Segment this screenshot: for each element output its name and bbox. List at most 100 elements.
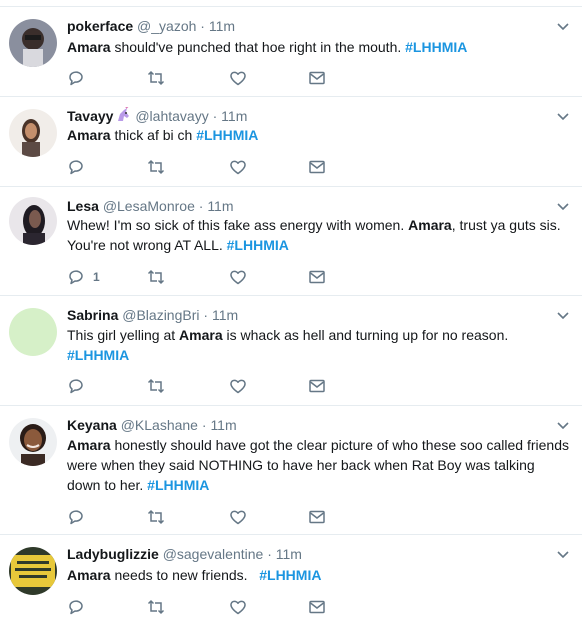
tweet-text: This girl yelling at Amara is whack as h… [67, 325, 572, 365]
tweet-5[interactable]: Keyana @KLashane · 11m Amara honestly sh… [0, 406, 582, 535]
unicorn-emoji-icon [118, 107, 130, 121]
tweet-text: Amara needs to new friends. #LHHMIA [67, 565, 572, 585]
retweet-button[interactable] [147, 68, 165, 88]
hashtag-link[interactable]: #LHHMIA [147, 477, 209, 493]
direct-message-button[interactable] [308, 68, 326, 88]
separator-dot: · [212, 108, 218, 124]
hashtag-link[interactable]: #LHHMIA [405, 39, 467, 55]
user-handle[interactable]: @KLashane [121, 417, 198, 433]
tweet-3[interactable]: Lesa @LesaMonroe · 11m Whew! I'm so sick… [0, 187, 582, 296]
tweet-text-part: Whew! I'm so sick of this fake ass energ… [67, 217, 409, 233]
heart-icon [230, 600, 246, 615]
display-name[interactable]: Tavayy [67, 108, 113, 124]
separator-dot: · [203, 307, 209, 323]
retweet-icon [147, 599, 165, 615]
retweet-button[interactable] [147, 507, 165, 527]
tweet-text-part: honestly should have got the clear pictu… [67, 437, 569, 493]
user-handle[interactable]: @_yazoh [137, 18, 196, 34]
hashtag-link[interactable]: #LHHMIA [196, 127, 258, 143]
chevron-down-icon[interactable] [557, 312, 569, 320]
like-button[interactable] [229, 597, 247, 617]
mention-amara: Amara [408, 217, 452, 233]
retweet-button[interactable] [147, 267, 165, 287]
retweet-icon [147, 378, 165, 394]
like-button[interactable] [229, 157, 247, 177]
direct-message-button[interactable] [308, 376, 326, 396]
heart-icon [230, 160, 246, 175]
avatar[interactable] [9, 19, 57, 67]
retweet-button[interactable] [147, 597, 165, 617]
avatar[interactable] [9, 418, 57, 466]
avatar[interactable] [9, 308, 57, 356]
user-handle[interactable]: @lahtavayy [135, 108, 208, 124]
reply-button[interactable] [67, 68, 93, 88]
tweet-actions [67, 376, 347, 396]
reply-icon [69, 600, 83, 615]
mention-amara: Amara [67, 39, 111, 55]
chevron-down-icon[interactable] [557, 203, 569, 211]
tweet-2[interactable]: Tavayy @lahtavayy · 11m Amara thick af b… [0, 97, 582, 187]
tweet-text: Amara should've punched that hoe right i… [67, 37, 572, 57]
display-name[interactable]: Lesa [67, 198, 99, 214]
tweet-actions [67, 68, 347, 88]
reply-button[interactable] [67, 597, 93, 617]
tweet-header: Sabrina @BlazingBri · 11m [67, 306, 238, 324]
reply-button[interactable] [67, 157, 93, 177]
display-name[interactable]: Keyana [67, 417, 117, 433]
hashtag-link[interactable]: #LHHMIA [227, 237, 289, 253]
retweet-icon [147, 159, 165, 175]
direct-message-button[interactable] [308, 267, 326, 287]
avatar[interactable] [9, 547, 57, 595]
display-name[interactable]: Ladybuglizzie [67, 546, 159, 562]
tweet-text-part: This girl yelling at [67, 327, 180, 343]
tweet-4[interactable]: Sabrina @BlazingBri · 11m This girl yell… [0, 296, 582, 406]
tweet-text-part: needs to new friends. [110, 567, 260, 583]
tweet-header: Tavayy @lahtavayy · 11m [67, 107, 247, 125]
separator-dot: · [201, 417, 207, 433]
retweet-button[interactable] [147, 376, 165, 396]
top-divider [0, 0, 582, 7]
hashtag-link[interactable]: #LHHMIA [67, 347, 129, 363]
reply-button[interactable] [67, 376, 93, 396]
tweet-actions: 1 [67, 267, 347, 287]
reply-button[interactable] [67, 507, 93, 527]
user-handle[interactable]: @BlazingBri [122, 307, 199, 323]
timestamp[interactable]: 11m [276, 546, 302, 562]
chevron-down-icon[interactable] [557, 551, 569, 559]
like-button[interactable] [229, 507, 247, 527]
chevron-down-icon[interactable] [557, 23, 569, 31]
timestamp[interactable]: 11m [210, 417, 236, 433]
heart-icon [230, 270, 246, 285]
avatar[interactable] [9, 197, 57, 245]
timestamp[interactable]: 11m [209, 18, 235, 34]
like-button[interactable] [229, 68, 247, 88]
direct-message-button[interactable] [308, 157, 326, 177]
timestamp[interactable]: 11m [221, 108, 247, 124]
reply-icon [69, 270, 83, 285]
like-button[interactable] [229, 267, 247, 287]
tweet-text: Amara thick af bi ch #LHHMIA [67, 125, 572, 145]
tweet-text-part: thick af bi ch [110, 127, 197, 143]
display-name[interactable]: Sabrina [67, 307, 118, 323]
retweet-button[interactable] [147, 157, 165, 177]
user-handle[interactable]: @sagevalentine [163, 546, 264, 562]
direct-message-button[interactable] [308, 507, 326, 527]
tweet-header: pokerface @_yazoh · 11m [67, 17, 235, 35]
retweet-icon [147, 509, 165, 525]
tweet-6[interactable]: Ladybuglizzie @sagevalentine · 11m Amara… [0, 535, 582, 615]
timestamp[interactable]: 11m [212, 307, 238, 323]
reply-button[interactable]: 1 [67, 267, 100, 287]
mention-amara: Amara [67, 127, 111, 143]
display-name[interactable]: pokerface [67, 18, 133, 34]
chevron-down-icon[interactable] [557, 113, 569, 121]
direct-message-button[interactable] [308, 597, 326, 617]
tweet-1[interactable]: pokerface @_yazoh · 11m Amara should've … [0, 7, 582, 97]
hashtag-link[interactable]: #LHHMIA [259, 567, 321, 583]
like-button[interactable] [229, 376, 247, 396]
avatar[interactable] [9, 109, 57, 157]
chevron-down-icon[interactable] [557, 422, 569, 430]
mention-amara: Amara [179, 327, 223, 343]
reply-icon [69, 71, 83, 86]
user-handle[interactable]: @LesaMonroe [103, 198, 195, 214]
timestamp[interactable]: 11m [207, 198, 233, 214]
